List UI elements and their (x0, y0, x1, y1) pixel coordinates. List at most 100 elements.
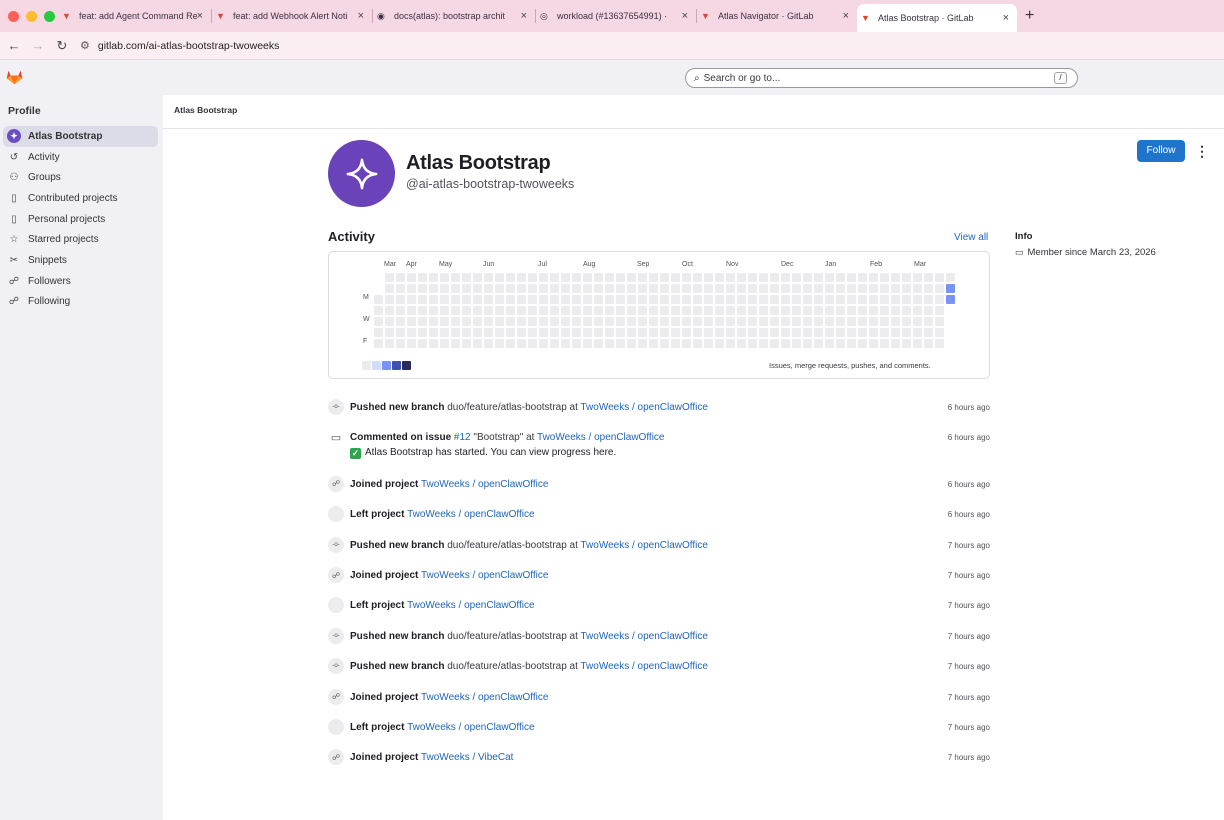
calendar-day-cell[interactable] (913, 284, 922, 293)
calendar-day-cell[interactable] (726, 273, 735, 282)
calendar-day-cell[interactable] (671, 339, 680, 348)
calendar-day-cell[interactable] (594, 273, 603, 282)
calendar-day-cell[interactable] (418, 284, 427, 293)
calendar-day-cell[interactable] (429, 273, 438, 282)
calendar-day-cell[interactable] (407, 295, 416, 304)
calendar-day-cell[interactable] (682, 317, 691, 326)
calendar-day-cell[interactable] (528, 273, 537, 282)
calendar-day-cell[interactable] (539, 328, 548, 337)
calendar-day-cell[interactable] (396, 328, 405, 337)
calendar-day-cell[interactable] (396, 284, 405, 293)
calendar-day-cell[interactable] (374, 317, 383, 326)
calendar-day-cell[interactable] (759, 273, 768, 282)
calendar-day-cell[interactable] (561, 306, 570, 315)
calendar-day-cell[interactable] (451, 339, 460, 348)
calendar-day-cell[interactable] (693, 295, 702, 304)
calendar-day-cell[interactable] (473, 339, 482, 348)
calendar-day-cell[interactable] (638, 306, 647, 315)
calendar-day-cell[interactable] (748, 295, 757, 304)
maximize-window-button[interactable] (44, 10, 55, 22)
calendar-day-cell[interactable] (847, 328, 856, 337)
calendar-day-cell[interactable] (649, 306, 658, 315)
calendar-day-cell[interactable] (649, 273, 658, 282)
calendar-day-cell[interactable] (572, 273, 581, 282)
close-tab-icon[interactable]: × (358, 10, 364, 22)
calendar-day-cell[interactable] (484, 295, 493, 304)
calendar-day-cell[interactable] (550, 317, 559, 326)
calendar-day-cell[interactable] (803, 317, 812, 326)
calendar-day-cell[interactable] (836, 284, 845, 293)
calendar-day-cell[interactable] (748, 284, 757, 293)
calendar-day-cell[interactable] (473, 317, 482, 326)
calendar-day-cell[interactable] (638, 339, 647, 348)
calendar-day-cell[interactable] (506, 295, 515, 304)
calendar-day-cell[interactable] (451, 295, 460, 304)
calendar-day-cell[interactable] (902, 284, 911, 293)
calendar-day-cell[interactable] (495, 339, 504, 348)
calendar-day-cell[interactable] (935, 317, 944, 326)
calendar-day-cell[interactable] (440, 295, 449, 304)
calendar-day-cell[interactable] (506, 273, 515, 282)
calendar-day-cell[interactable] (682, 273, 691, 282)
calendar-day-cell[interactable] (858, 273, 867, 282)
calendar-day-cell[interactable] (462, 317, 471, 326)
calendar-day-cell[interactable] (693, 339, 702, 348)
browser-tab[interactable]: ▼ Atlas Bootstrap · GitLab × (857, 4, 1017, 32)
calendar-day-cell[interactable] (561, 284, 570, 293)
sidebar-item-contributed-projects[interactable]: ▯ Contributed projects (3, 188, 158, 209)
calendar-day-cell[interactable] (484, 339, 493, 348)
calendar-day-cell[interactable] (759, 284, 768, 293)
calendar-day-cell[interactable] (451, 306, 460, 315)
calendar-day-cell[interactable] (803, 273, 812, 282)
calendar-day-cell[interactable] (880, 328, 889, 337)
calendar-day-cell[interactable] (495, 273, 504, 282)
calendar-day-cell[interactable] (495, 295, 504, 304)
calendar-day-cell[interactable] (704, 273, 713, 282)
calendar-day-cell[interactable] (638, 328, 647, 337)
calendar-day-cell[interactable] (594, 284, 603, 293)
calendar-day-cell[interactable] (385, 295, 394, 304)
calendar-day-cell[interactable] (517, 295, 526, 304)
calendar-day-cell[interactable] (682, 306, 691, 315)
calendar-day-cell[interactable] (715, 306, 724, 315)
calendar-day-cell[interactable] (429, 284, 438, 293)
calendar-day-cell[interactable] (737, 306, 746, 315)
calendar-day-cell[interactable] (605, 273, 614, 282)
calendar-day-cell[interactable] (484, 284, 493, 293)
calendar-day-cell[interactable] (660, 295, 669, 304)
calendar-day-cell[interactable] (814, 284, 823, 293)
calendar-day-cell[interactable] (605, 339, 614, 348)
calendar-day-cell[interactable] (902, 306, 911, 315)
calendar-day-cell[interactable] (638, 317, 647, 326)
close-tab-icon[interactable]: × (843, 10, 849, 22)
calendar-day-cell[interactable] (748, 306, 757, 315)
site-settings-icon[interactable]: ⚙ (80, 39, 90, 52)
calendar-day-cell[interactable] (935, 306, 944, 315)
calendar-day-cell[interactable] (418, 317, 427, 326)
calendar-day-cell[interactable] (880, 295, 889, 304)
calendar-day-cell[interactable] (561, 273, 570, 282)
calendar-day-cell[interactable] (924, 273, 933, 282)
project-link[interactable]: TwoWeeks / openClawOffice (581, 402, 708, 413)
calendar-day-cell[interactable] (572, 295, 581, 304)
search-input[interactable]: ⌕ Search or go to... / (685, 68, 1078, 88)
calendar-day-cell[interactable] (858, 306, 867, 315)
calendar-day-cell[interactable] (572, 317, 581, 326)
calendar-day-cell[interactable] (847, 295, 856, 304)
calendar-day-cell[interactable] (737, 339, 746, 348)
calendar-day-cell[interactable] (825, 328, 834, 337)
calendar-day-cell[interactable] (913, 317, 922, 326)
calendar-day-cell[interactable] (803, 306, 812, 315)
calendar-day-cell[interactable] (418, 306, 427, 315)
calendar-day-cell[interactable] (781, 328, 790, 337)
close-tab-icon[interactable]: × (521, 10, 527, 22)
calendar-day-cell[interactable] (814, 317, 823, 326)
calendar-day-cell[interactable] (902, 273, 911, 282)
calendar-day-cell[interactable] (385, 284, 394, 293)
calendar-day-cell[interactable] (748, 328, 757, 337)
calendar-day-cell[interactable] (913, 306, 922, 315)
calendar-day-cell[interactable] (693, 273, 702, 282)
calendar-day-cell[interactable] (462, 339, 471, 348)
calendar-day-cell[interactable] (374, 339, 383, 348)
calendar-day-cell[interactable] (484, 317, 493, 326)
